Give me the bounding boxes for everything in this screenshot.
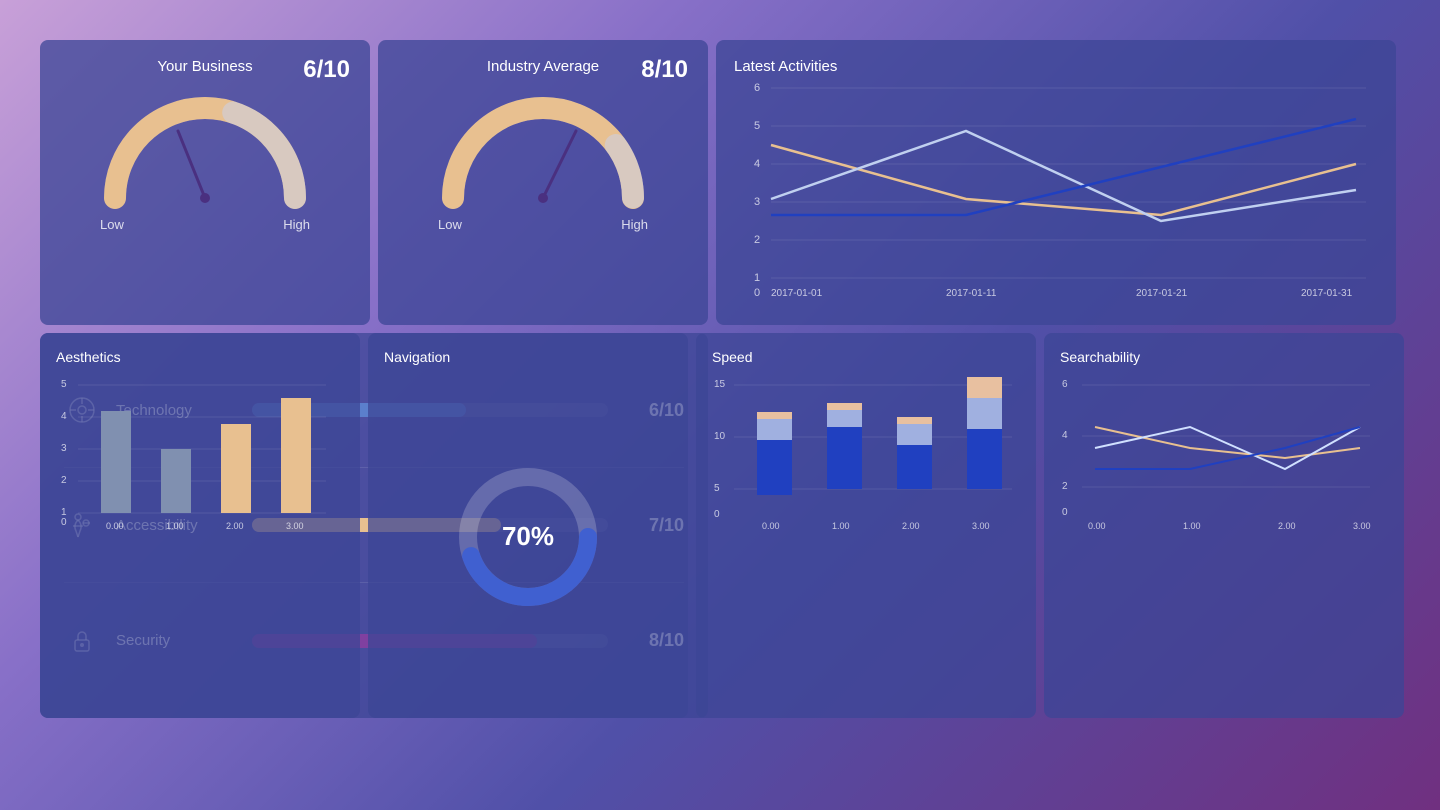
svg-text:3: 3: [754, 196, 760, 208]
business-low-label: Low: [100, 217, 124, 232]
svg-text:4: 4: [61, 411, 67, 422]
activities-chart: 6 5 4 3 2 1 0 2017-01-01 2017-01-11 2017…: [734, 76, 1378, 306]
industry-low-label: Low: [438, 217, 462, 232]
business-high-label: High: [283, 217, 310, 232]
aesthetics-bar-2: [221, 424, 251, 513]
activities-title: Latest Activities: [734, 58, 837, 75]
svg-text:2017-01-21: 2017-01-21: [1136, 288, 1188, 299]
industry-gauge: [438, 93, 648, 213]
svg-text:2: 2: [754, 234, 760, 246]
svg-text:1: 1: [754, 272, 760, 284]
searchability-title: Searchability: [1060, 349, 1140, 365]
business-gauge-card: Your Business 6/10 Low High: [40, 40, 370, 325]
business-gauge-labels: Low High: [100, 217, 310, 232]
svg-text:2017-01-01: 2017-01-01: [771, 288, 823, 299]
svg-text:2.00: 2.00: [226, 521, 244, 531]
industry-title: Industry Average: [487, 58, 599, 75]
aesthetics-bar-3: [281, 398, 311, 513]
svg-text:6: 6: [1062, 379, 1068, 390]
svg-text:0: 0: [1062, 507, 1068, 518]
svg-text:2: 2: [61, 475, 67, 486]
speed-chart: 15 10 5 0: [712, 367, 1022, 537]
svg-text:3.00: 3.00: [972, 521, 990, 531]
aesthetics-card: Aesthetics 5 4 3 2 1 0: [40, 333, 360, 718]
speed-card: Speed 15 10 5 0: [696, 333, 1036, 718]
industry-high-label: High: [621, 217, 648, 232]
svg-text:3.00: 3.00: [1353, 521, 1371, 531]
svg-text:0: 0: [714, 509, 720, 520]
speed-title: Speed: [712, 349, 752, 365]
aesthetics-bar-0: [101, 411, 131, 513]
svg-text:4: 4: [754, 158, 760, 170]
svg-text:2: 2: [1062, 481, 1068, 492]
searchability-chart: 6 4 2 0 0.00 1.00 2.00 3.00: [1060, 367, 1380, 537]
activities-card: Latest Activities 6 5 4 3 2 1 0 2017-01-…: [716, 40, 1396, 325]
navigation-title: Navigation: [384, 349, 450, 365]
business-score: 6/10: [303, 56, 350, 84]
svg-text:0: 0: [61, 517, 67, 528]
svg-text:5: 5: [61, 379, 67, 390]
svg-text:2.00: 2.00: [1278, 521, 1296, 531]
svg-text:5: 5: [714, 483, 720, 494]
svg-text:0: 0: [754, 287, 760, 299]
svg-text:1.00: 1.00: [832, 521, 850, 531]
svg-text:15: 15: [714, 379, 726, 390]
svg-text:3: 3: [61, 443, 67, 454]
bottom-row: Aesthetics 5 4 3 2 1 0: [40, 333, 1396, 718]
navigation-donut-wrap: 70%: [384, 375, 672, 698]
svg-text:5: 5: [754, 120, 760, 132]
aesthetics-chart: 5 4 3 2 1 0: [56, 367, 336, 537]
svg-text:2017-01-11: 2017-01-11: [946, 288, 997, 299]
industry-score: 8/10: [641, 56, 688, 84]
svg-text:6: 6: [754, 82, 760, 94]
searchability-card: Searchability 6 4 2 0 0.00: [1044, 333, 1404, 718]
svg-text:3.00: 3.00: [286, 521, 304, 531]
aesthetics-title: Aesthetics: [56, 349, 121, 365]
svg-text:0.00: 0.00: [1088, 521, 1106, 531]
business-title: Your Business: [157, 58, 252, 75]
dashboard: Your Business 6/10 Low High Industry Ave…: [40, 40, 1400, 770]
svg-text:0.00: 0.00: [106, 521, 124, 531]
svg-text:1.00: 1.00: [1183, 521, 1201, 531]
svg-text:1.00: 1.00: [166, 521, 184, 531]
svg-text:10: 10: [714, 431, 726, 442]
business-gauge: [100, 93, 310, 213]
svg-text:4: 4: [1062, 430, 1068, 441]
aesthetics-bar-1: [161, 449, 191, 513]
industry-gauge-card: Industry Average 8/10 Low High: [378, 40, 708, 325]
svg-text:2.00: 2.00: [902, 521, 920, 531]
svg-text:0.00: 0.00: [762, 521, 780, 531]
navigation-card: Navigation 70%: [368, 333, 688, 718]
svg-text:2017-01-31: 2017-01-31: [1301, 288, 1353, 299]
industry-gauge-labels: Low High: [438, 217, 648, 232]
navigation-percent: 70%: [502, 521, 554, 552]
